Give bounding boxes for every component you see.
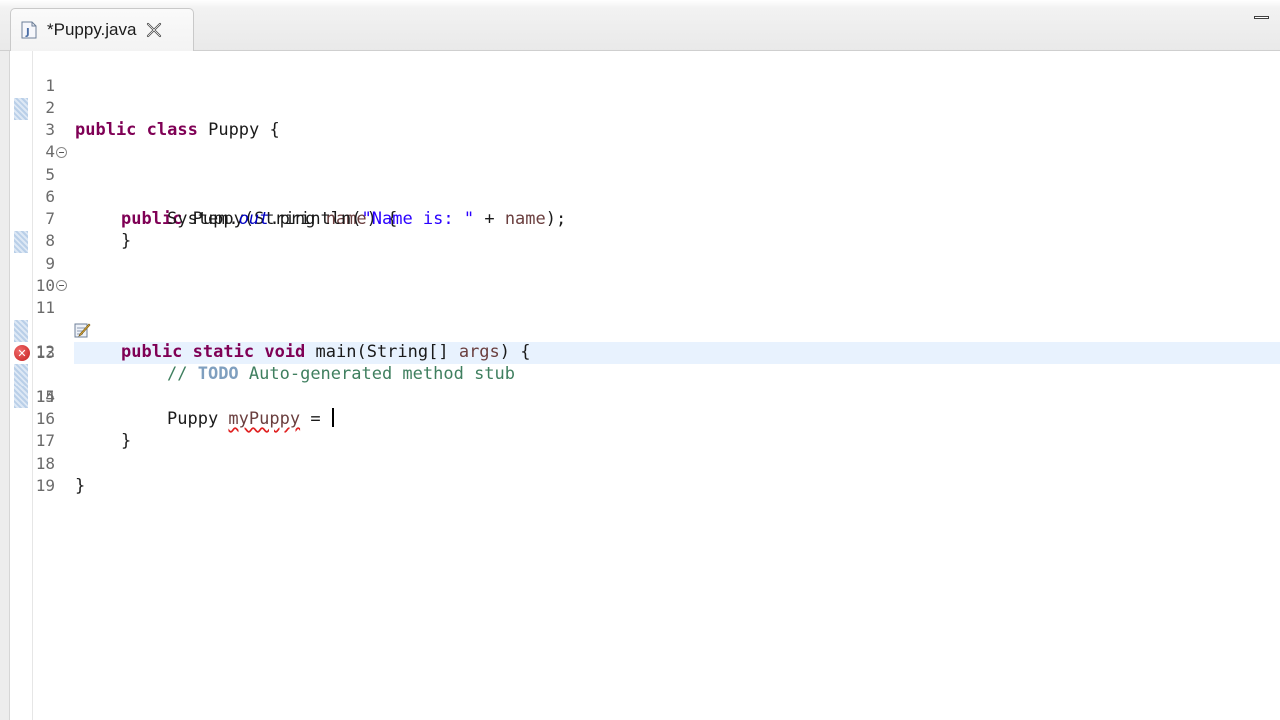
minimize-icon[interactable] <box>1252 10 1272 26</box>
code-line: 6 System.out.println("Name is: " + name)… <box>0 164 1280 229</box>
tab-title: *Puppy.java <box>47 20 137 39</box>
fold-toggle-icon[interactable] <box>56 147 67 158</box>
code-line: 10 <box>0 253 1280 295</box>
code-line: 16 } <box>0 386 1280 451</box>
code-line-current: ✕ 14 Puppy myPuppy = <box>0 342 1280 429</box>
close-icon[interactable] <box>145 21 163 39</box>
svg-text:J: J <box>25 27 30 38</box>
code-line: 9 <box>0 231 1280 273</box>
code-line: 19 <box>0 453 1280 495</box>
code-line: 1 <box>0 53 1280 95</box>
code-line: 18 } <box>0 431 1280 496</box>
code-line: 17 <box>0 408 1280 450</box>
code-line: 12 // TODO Auto-generated method stub <box>0 297 1280 384</box>
line-number: 19 <box>35 476 55 495</box>
code-line: 3 <box>0 97 1280 139</box>
code-line: 15 <box>0 364 1280 406</box>
code-line: 8 <box>0 208 1280 250</box>
error-icon[interactable]: ✕ <box>14 345 30 361</box>
code-line: 4 <box>0 119 1280 161</box>
tab-puppy-java[interactable]: J *Puppy.java <box>10 8 194 51</box>
code-line: 2 public class Puppy { <box>0 75 1280 140</box>
code-line: 5 public Puppy(String name) { <box>0 142 1280 229</box>
code-line: 7 } <box>0 186 1280 251</box>
code-text: } <box>75 476 86 496</box>
code-line: 11 public static void main(String[] args… <box>0 275 1280 362</box>
editor-tab-bar: J *Puppy.java <box>0 0 1280 51</box>
code-editor[interactable]: 1 2 public class Puppy { 3 4 5 public Pu… <box>0 51 1280 720</box>
task-marker-icon[interactable] <box>13 300 91 338</box>
java-file-icon: J <box>21 21 37 39</box>
code-line: 13 <box>0 320 1280 362</box>
fold-toggle-icon[interactable] <box>56 280 67 291</box>
